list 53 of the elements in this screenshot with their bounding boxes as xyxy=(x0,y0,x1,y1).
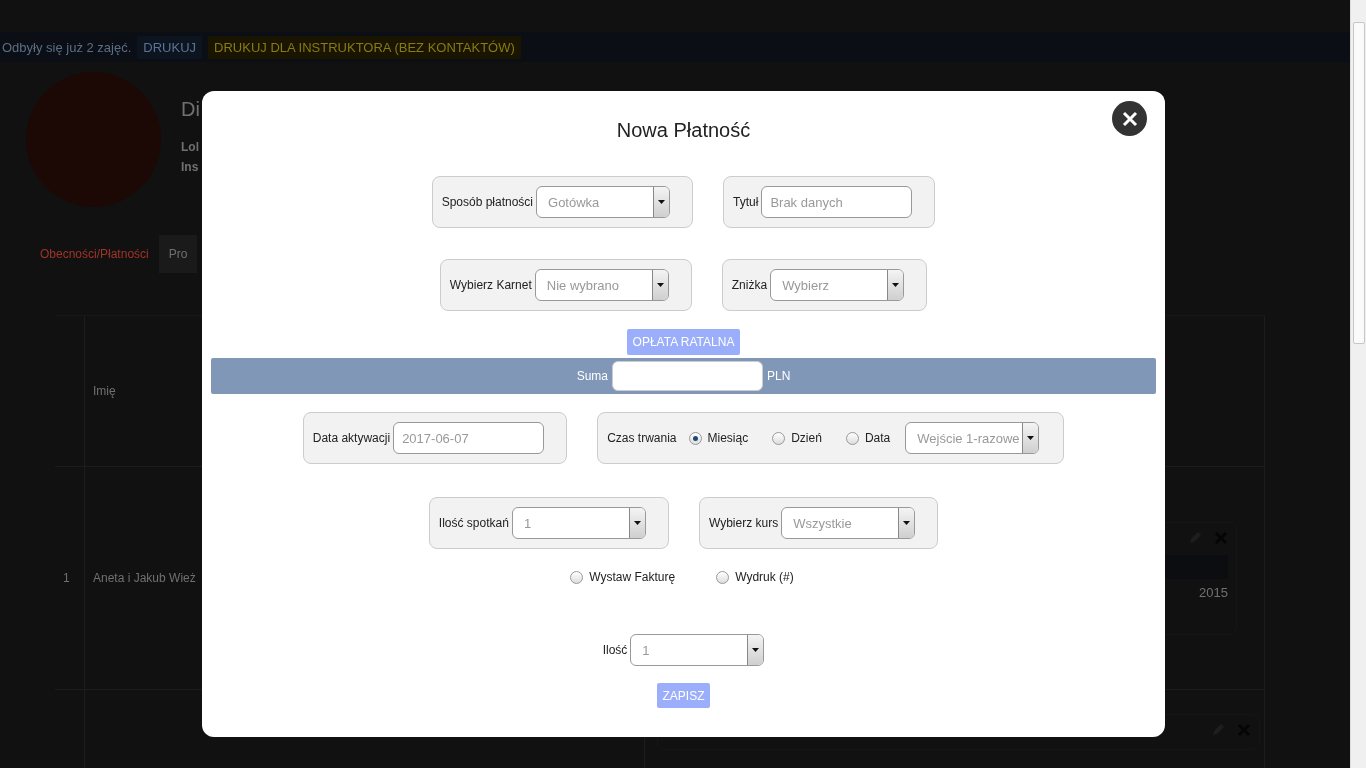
dropdown[interactable]: Nie wybrano xyxy=(534,269,669,301)
caret-icon xyxy=(633,521,641,525)
caret-icon xyxy=(752,648,760,652)
input-field[interactable]: Brak danych xyxy=(761,186,913,218)
currency-label: PLN xyxy=(767,369,791,383)
field-label: Data aktywacji xyxy=(312,431,391,445)
input-field[interactable]: 2017-06-07 xyxy=(393,422,545,454)
dialog-title: Nowa Płatność xyxy=(616,119,751,142)
field-label: Zniżka xyxy=(731,278,768,292)
tab[interactable]: Obecności/Płatności xyxy=(30,235,159,273)
info-line: Ins xyxy=(181,159,200,176)
save-button[interactable]: ZAPISZ xyxy=(657,683,710,708)
table-cell: 1 xyxy=(55,467,85,690)
radio-label: Dzień xyxy=(791,431,822,445)
field-label: Sposób płatności xyxy=(441,195,534,209)
page-heading: Di xyxy=(181,98,200,121)
scrollbar[interactable] xyxy=(1350,0,1366,768)
field-label: Ilość spotkań xyxy=(438,516,509,530)
radio-button[interactable] xyxy=(570,570,584,584)
sum-label: Suma xyxy=(576,369,608,383)
caret-icon xyxy=(656,283,664,287)
dropdown[interactable]: Gotówka xyxy=(536,186,671,218)
radio-button[interactable] xyxy=(845,431,859,445)
radio-label: Data xyxy=(864,431,891,445)
scrollbar-thumb[interactable] xyxy=(1352,22,1365,344)
dropdown[interactable]: 1 xyxy=(630,634,765,666)
dropdown[interactable]: Wszystkie xyxy=(781,507,916,539)
card-text: 2015 xyxy=(1199,584,1228,600)
installment-button[interactable]: OPŁATA RATALNA xyxy=(626,329,741,355)
print-button[interactable]: DRUKUJ xyxy=(137,35,203,59)
dropdown[interactable]: 1 xyxy=(511,507,646,539)
dropdown[interactable]: Wybierz xyxy=(770,269,905,301)
sum-field[interactable] xyxy=(612,361,763,391)
field-label: Ilość xyxy=(602,643,628,657)
info-line: Lol xyxy=(181,139,200,156)
radio-label: Wydruk (#) xyxy=(735,570,794,584)
caret-icon xyxy=(892,283,900,287)
field-label: Wybierz Karnet xyxy=(449,278,532,292)
dropdown[interactable]: Wejście 1-razowe xyxy=(905,422,1040,454)
field-label: Wybierz kurs xyxy=(708,516,779,530)
tab[interactable]: Pro xyxy=(158,235,198,273)
caret-icon xyxy=(1027,436,1035,440)
radio-button[interactable] xyxy=(716,570,730,584)
close-button[interactable] xyxy=(1112,101,1147,136)
close-icon xyxy=(1121,110,1138,127)
field-label: Tytuł xyxy=(733,195,759,209)
notice-text: Odbyły się już 2 zajęć. xyxy=(2,39,132,55)
print-instructor-button[interactable]: DRUKUJ DLA INSTRUKTORA (BEZ KONTAKTÓW) xyxy=(208,35,521,59)
caret-icon xyxy=(658,200,666,204)
radio-label: Miesiąc xyxy=(707,431,749,445)
radio-button[interactable] xyxy=(772,431,786,445)
radio-button[interactable] xyxy=(688,431,702,445)
caret-icon xyxy=(903,521,911,525)
